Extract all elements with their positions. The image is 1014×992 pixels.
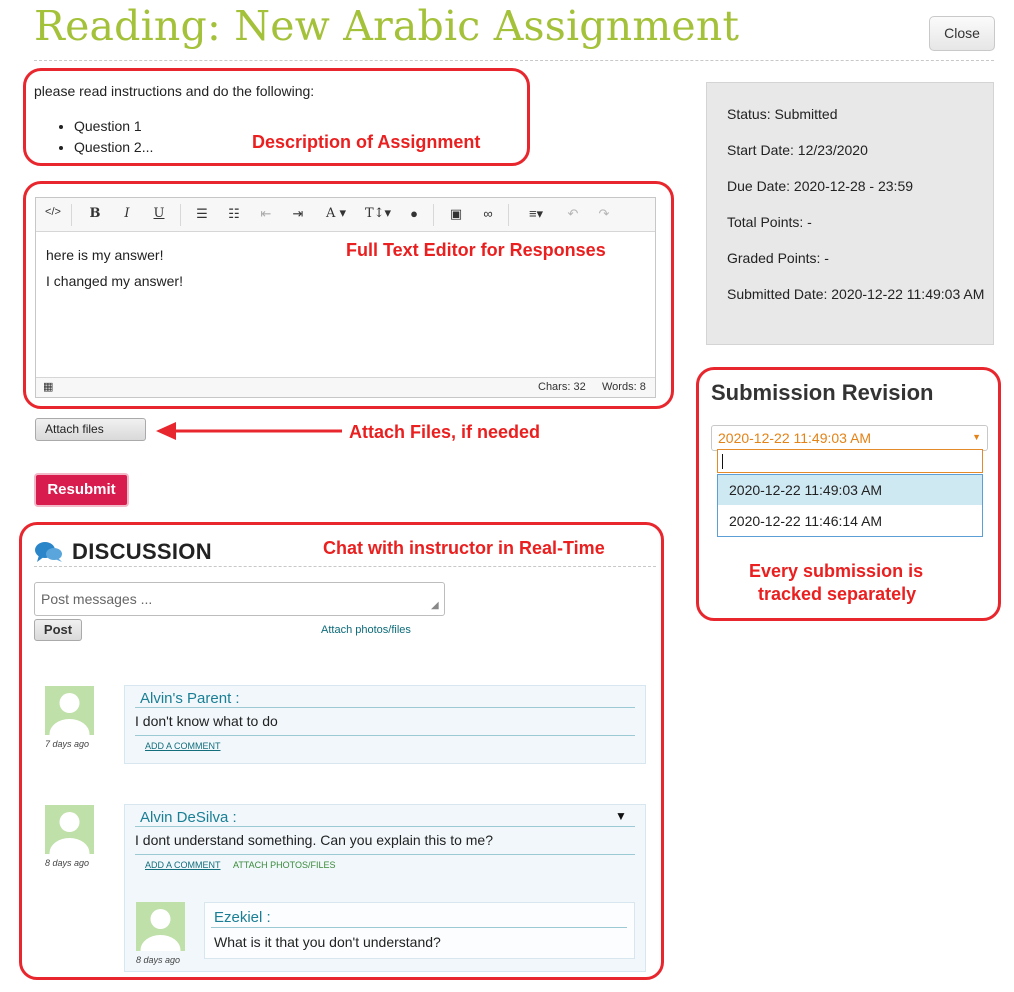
add-comment-link[interactable]: ADD A COMMENT (145, 860, 221, 870)
message-divider (135, 826, 635, 827)
align-icon[interactable]: ≡▾ (521, 206, 551, 222)
message-author[interactable]: Alvin's Parent : (140, 690, 240, 707)
discussion-divider (34, 566, 656, 567)
editor-statusbar: ▦ Chars: 32 Words: 8 (36, 377, 655, 397)
numbered-list-icon[interactable]: ☷ (224, 206, 244, 222)
callout-chat: Chat with instructor in Real-Time (323, 538, 605, 558)
reply-author[interactable]: Ezekiel : (214, 909, 271, 926)
status-text: Status: Submitted (727, 106, 838, 122)
submitted-date: Submitted Date: 2020-12-22 11:49:03 AM (727, 286, 985, 302)
attach-photos-files-link[interactable]: ATTACH PHOTOS/FILES (233, 860, 336, 870)
message-menu-icon[interactable]: ▼ (615, 809, 627, 823)
revision-option[interactable]: 2020-12-22 11:46:14 AM (718, 506, 982, 536)
revision-select[interactable]: 2020-12-22 11:49:03 AM ▼ (711, 425, 988, 451)
underline-icon[interactable]: U (149, 206, 169, 221)
code-view-icon[interactable]: </> (43, 206, 63, 218)
toolbar-separator (433, 204, 434, 226)
bullet-list-icon[interactable]: ☰ (192, 206, 212, 222)
message-divider (211, 927, 627, 928)
callout-revision-line2: tracked separately (758, 584, 917, 604)
message-divider (135, 707, 635, 708)
user-silhouette-icon (49, 812, 90, 854)
message-card: Alvin's Parent : I don't know what to do… (124, 685, 646, 764)
bold-icon[interactable]: B (85, 206, 105, 221)
italic-icon[interactable]: I (117, 206, 137, 221)
revision-option[interactable]: 2020-12-22 11:49:03 AM (718, 475, 982, 505)
revision-selected-value: 2020-12-22 11:49:03 AM (718, 430, 872, 446)
char-count: Chars: 32 (538, 381, 586, 393)
toolbar-separator (180, 204, 181, 226)
discussion-title: DISCUSSION (72, 539, 212, 564)
avatar (136, 902, 185, 951)
rich-text-editor[interactable]: </> B I U ☰ ☷ ⇤ ⇥ A ▾ T↕▾ ● ▣ ∞ ≡▾ ↶ ↷ h… (35, 197, 656, 398)
user-silhouette-icon (49, 693, 90, 735)
description-item: Question 1 (74, 116, 153, 137)
avatar (45, 805, 94, 854)
message-author[interactable]: Alvin DeSilva : (140, 809, 237, 826)
avatar (45, 686, 94, 735)
indent-icon[interactable]: ⇥ (288, 206, 308, 222)
close-button[interactable]: Close (929, 16, 995, 51)
title-divider (34, 60, 994, 61)
word-count: Words: 8 (602, 381, 646, 393)
text-size-icon[interactable]: T↕▾ (362, 206, 394, 221)
redo-icon[interactable]: ↷ (594, 206, 614, 222)
callout-description: Description of Assignment (252, 132, 481, 152)
editor-toolbar: </> B I U ☰ ☷ ⇤ ⇥ A ▾ T↕▾ ● ▣ ∞ ≡▾ ↶ ↷ (36, 198, 655, 232)
editor-content[interactable]: here is my answer! I changed my answer! (46, 242, 183, 294)
total-points: Total Points: - (727, 214, 812, 230)
chevron-down-icon: ▼ (972, 432, 981, 442)
due-date: Due Date: 2020-12-28 - 23:59 (727, 178, 914, 194)
reply-timestamp: 8 days ago (136, 955, 181, 965)
status-panel: Status: Submitted Start Date: 12/23/2020… (706, 82, 994, 345)
post-message-input[interactable]: Post messages ... (34, 582, 445, 616)
callout-attach: Attach Files, if needed (349, 422, 541, 442)
description-list: Question 1 Question 2... (56, 116, 153, 158)
image-icon[interactable]: ▣ (446, 206, 466, 222)
start-date: Start Date: 12/23/2020 (727, 142, 868, 158)
revision-search-input[interactable] (717, 449, 983, 473)
resize-grip-icon[interactable]: ▦ (43, 380, 53, 393)
chat-bubbles-icon (35, 542, 62, 562)
user-silhouette-icon (140, 909, 181, 951)
post-button[interactable]: Post (34, 619, 82, 641)
message-timestamp: 8 days ago (45, 858, 90, 868)
attach-files-button[interactable]: Attach files (35, 418, 146, 441)
reply-text: What is it that you don't understand? (214, 934, 441, 950)
callout-editor: Full Text Editor for Responses (346, 240, 606, 260)
description-item: Question 2... (74, 137, 153, 158)
ink-drop-icon[interactable]: ● (404, 206, 424, 221)
toolbar-separator (508, 204, 509, 226)
attach-photos-link[interactable]: Attach photos/files (321, 624, 411, 636)
text-cursor (722, 454, 723, 469)
callout-arrow-icon (156, 422, 342, 440)
graded-points: Graded Points: - (727, 250, 829, 266)
textarea-resize-icon: ◢ (431, 600, 439, 611)
submission-revision-title: Submission Revision (711, 380, 934, 405)
editor-line: here is my answer! (46, 247, 164, 263)
link-icon[interactable]: ∞ (478, 206, 498, 221)
message-text: I don't know what to do (135, 713, 278, 729)
resubmit-button[interactable]: Resubmit (34, 473, 129, 507)
description-intro: please read instructions and do the foll… (34, 83, 315, 99)
revision-options-list: 2020-12-22 11:49:03 AM 2020-12-22 11:46:… (717, 474, 983, 537)
page-title: Reading: New Arabic Assignment (34, 2, 740, 50)
reply-card: Ezekiel : What is it that you don't unde… (204, 902, 635, 959)
undo-icon[interactable]: ↶ (563, 206, 583, 222)
font-color-icon[interactable]: A ▾ (321, 206, 351, 221)
message-text: I dont understand something. Can you exp… (135, 832, 493, 848)
message-divider (135, 735, 635, 736)
message-timestamp: 7 days ago (45, 739, 90, 749)
outdent-icon[interactable]: ⇤ (256, 206, 276, 222)
toolbar-separator (71, 204, 72, 226)
callout-revision-line1: Every submission is (749, 561, 924, 581)
message-divider (135, 854, 635, 855)
editor-line: I changed my answer! (46, 273, 183, 289)
add-comment-link[interactable]: ADD A COMMENT (145, 741, 221, 751)
